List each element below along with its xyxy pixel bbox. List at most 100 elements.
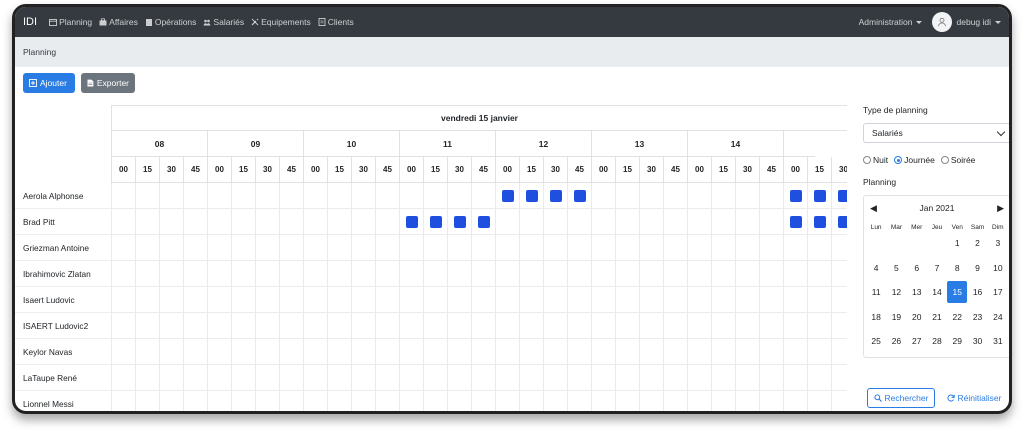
schedule-cell[interactable]: [567, 261, 591, 287]
schedule-cell[interactable]: [303, 261, 327, 287]
schedule-cell[interactable]: [135, 209, 159, 235]
scheduled-slot[interactable]: [789, 189, 802, 202]
schedule-cell[interactable]: [687, 209, 711, 235]
scheduled-slot[interactable]: [525, 189, 538, 202]
scheduled-slot[interactable]: [453, 215, 466, 228]
calendar-day[interactable]: 24: [988, 306, 1008, 328]
schedule-cell[interactable]: [735, 339, 759, 365]
schedule-cell[interactable]: [615, 183, 639, 209]
calendar-day[interactable]: 10: [988, 257, 1008, 279]
search-button[interactable]: Rechercher: [867, 388, 935, 408]
schedule-cell[interactable]: [687, 235, 711, 261]
schedule-cell[interactable]: [135, 339, 159, 365]
schedule-cell[interactable]: [303, 235, 327, 261]
schedule-cell[interactable]: [783, 339, 807, 365]
schedule-cell[interactable]: [447, 261, 471, 287]
schedule-cell[interactable]: [615, 313, 639, 339]
schedule-cell[interactable]: [591, 313, 615, 339]
schedule-cell[interactable]: [471, 235, 495, 261]
schedule-cell[interactable]: [375, 235, 399, 261]
schedule-cell[interactable]: [423, 365, 447, 391]
schedule-cell[interactable]: [615, 339, 639, 365]
schedule-cell[interactable]: [543, 235, 567, 261]
schedule-cell[interactable]: [351, 339, 375, 365]
calendar-day[interactable]: 23: [967, 306, 987, 328]
schedule-cell[interactable]: [663, 313, 687, 339]
schedule-cell[interactable]: [375, 287, 399, 313]
schedule-cell[interactable]: [831, 261, 847, 287]
schedule-cell[interactable]: [567, 339, 591, 365]
schedule-cell[interactable]: [471, 365, 495, 391]
schedule-cell[interactable]: [735, 235, 759, 261]
schedule-cell[interactable]: [423, 209, 447, 235]
calendar-day[interactable]: 6: [907, 257, 927, 279]
schedule-cell[interactable]: [303, 339, 327, 365]
schedule-cell[interactable]: [183, 261, 207, 287]
schedule-cell[interactable]: [327, 235, 351, 261]
user-menu[interactable]: debug idi: [956, 17, 1001, 27]
calendar-day[interactable]: 7: [927, 257, 947, 279]
schedule-cell[interactable]: [687, 287, 711, 313]
schedule-cell[interactable]: [543, 391, 567, 411]
calendar-day[interactable]: 26: [886, 330, 906, 352]
calendar-day[interactable]: 20: [907, 306, 927, 328]
scheduled-slot[interactable]: [573, 189, 586, 202]
schedule-cell[interactable]: [543, 261, 567, 287]
schedule-cell[interactable]: [111, 235, 135, 261]
nav-item-planning[interactable]: Planning: [49, 17, 92, 27]
schedule-cell[interactable]: [255, 313, 279, 339]
schedule-cell[interactable]: [663, 365, 687, 391]
schedule-cell[interactable]: [543, 339, 567, 365]
schedule-cell[interactable]: [207, 391, 231, 411]
schedule-cell[interactable]: [615, 365, 639, 391]
schedule-cell[interactable]: [807, 313, 831, 339]
schedule-cell[interactable]: [447, 313, 471, 339]
schedule-cell[interactable]: [831, 183, 847, 209]
schedule-cell[interactable]: [183, 365, 207, 391]
schedule-cell[interactable]: [663, 391, 687, 411]
nav-item-oprations[interactable]: Opérations: [145, 17, 196, 27]
schedule-cell[interactable]: [591, 339, 615, 365]
schedule-cell[interactable]: [111, 313, 135, 339]
schedule-cell[interactable]: [159, 365, 183, 391]
schedule-cell[interactable]: [495, 235, 519, 261]
schedule-cell[interactable]: [495, 183, 519, 209]
schedule-cell[interactable]: [327, 391, 351, 411]
schedule-cell[interactable]: [111, 391, 135, 411]
schedule-cell[interactable]: [471, 209, 495, 235]
schedule-cell[interactable]: [351, 365, 375, 391]
schedule-cell[interactable]: [759, 183, 783, 209]
schedule-cell[interactable]: [759, 365, 783, 391]
schedule-cell[interactable]: [351, 287, 375, 313]
schedule-cell[interactable]: [567, 209, 591, 235]
scheduled-slot[interactable]: [837, 215, 847, 228]
schedule-cell[interactable]: [735, 391, 759, 411]
calendar-day[interactable]: 18: [866, 306, 886, 328]
schedule-cell[interactable]: [543, 313, 567, 339]
schedule-cell[interactable]: [111, 261, 135, 287]
schedule-cell[interactable]: [639, 339, 663, 365]
schedule-cell[interactable]: [399, 235, 423, 261]
schedule-cell[interactable]: [447, 365, 471, 391]
schedule-cell[interactable]: [471, 261, 495, 287]
schedule-cell[interactable]: [687, 365, 711, 391]
schedule-cell[interactable]: [183, 339, 207, 365]
schedule-cell[interactable]: [255, 209, 279, 235]
shift-radio-soire[interactable]: Soirée: [940, 155, 975, 165]
schedule-cell[interactable]: [159, 391, 183, 411]
schedule-cell[interactable]: [759, 287, 783, 313]
shift-radio-nuit[interactable]: Nuit: [863, 155, 888, 165]
schedule-cell[interactable]: [591, 261, 615, 287]
schedule-cell[interactable]: [231, 261, 255, 287]
schedule-cell[interactable]: [471, 287, 495, 313]
prev-month-icon[interactable]: ◀: [870, 203, 877, 214]
schedule-cell[interactable]: [351, 209, 375, 235]
schedule-cell[interactable]: [687, 261, 711, 287]
scheduled-slot[interactable]: [549, 189, 562, 202]
schedule-cell[interactable]: [495, 209, 519, 235]
schedule-cell[interactable]: [711, 209, 735, 235]
scheduled-slot[interactable]: [789, 215, 802, 228]
schedule-cell[interactable]: [231, 287, 255, 313]
schedule-cell[interactable]: [303, 313, 327, 339]
schedule-cell[interactable]: [735, 365, 759, 391]
